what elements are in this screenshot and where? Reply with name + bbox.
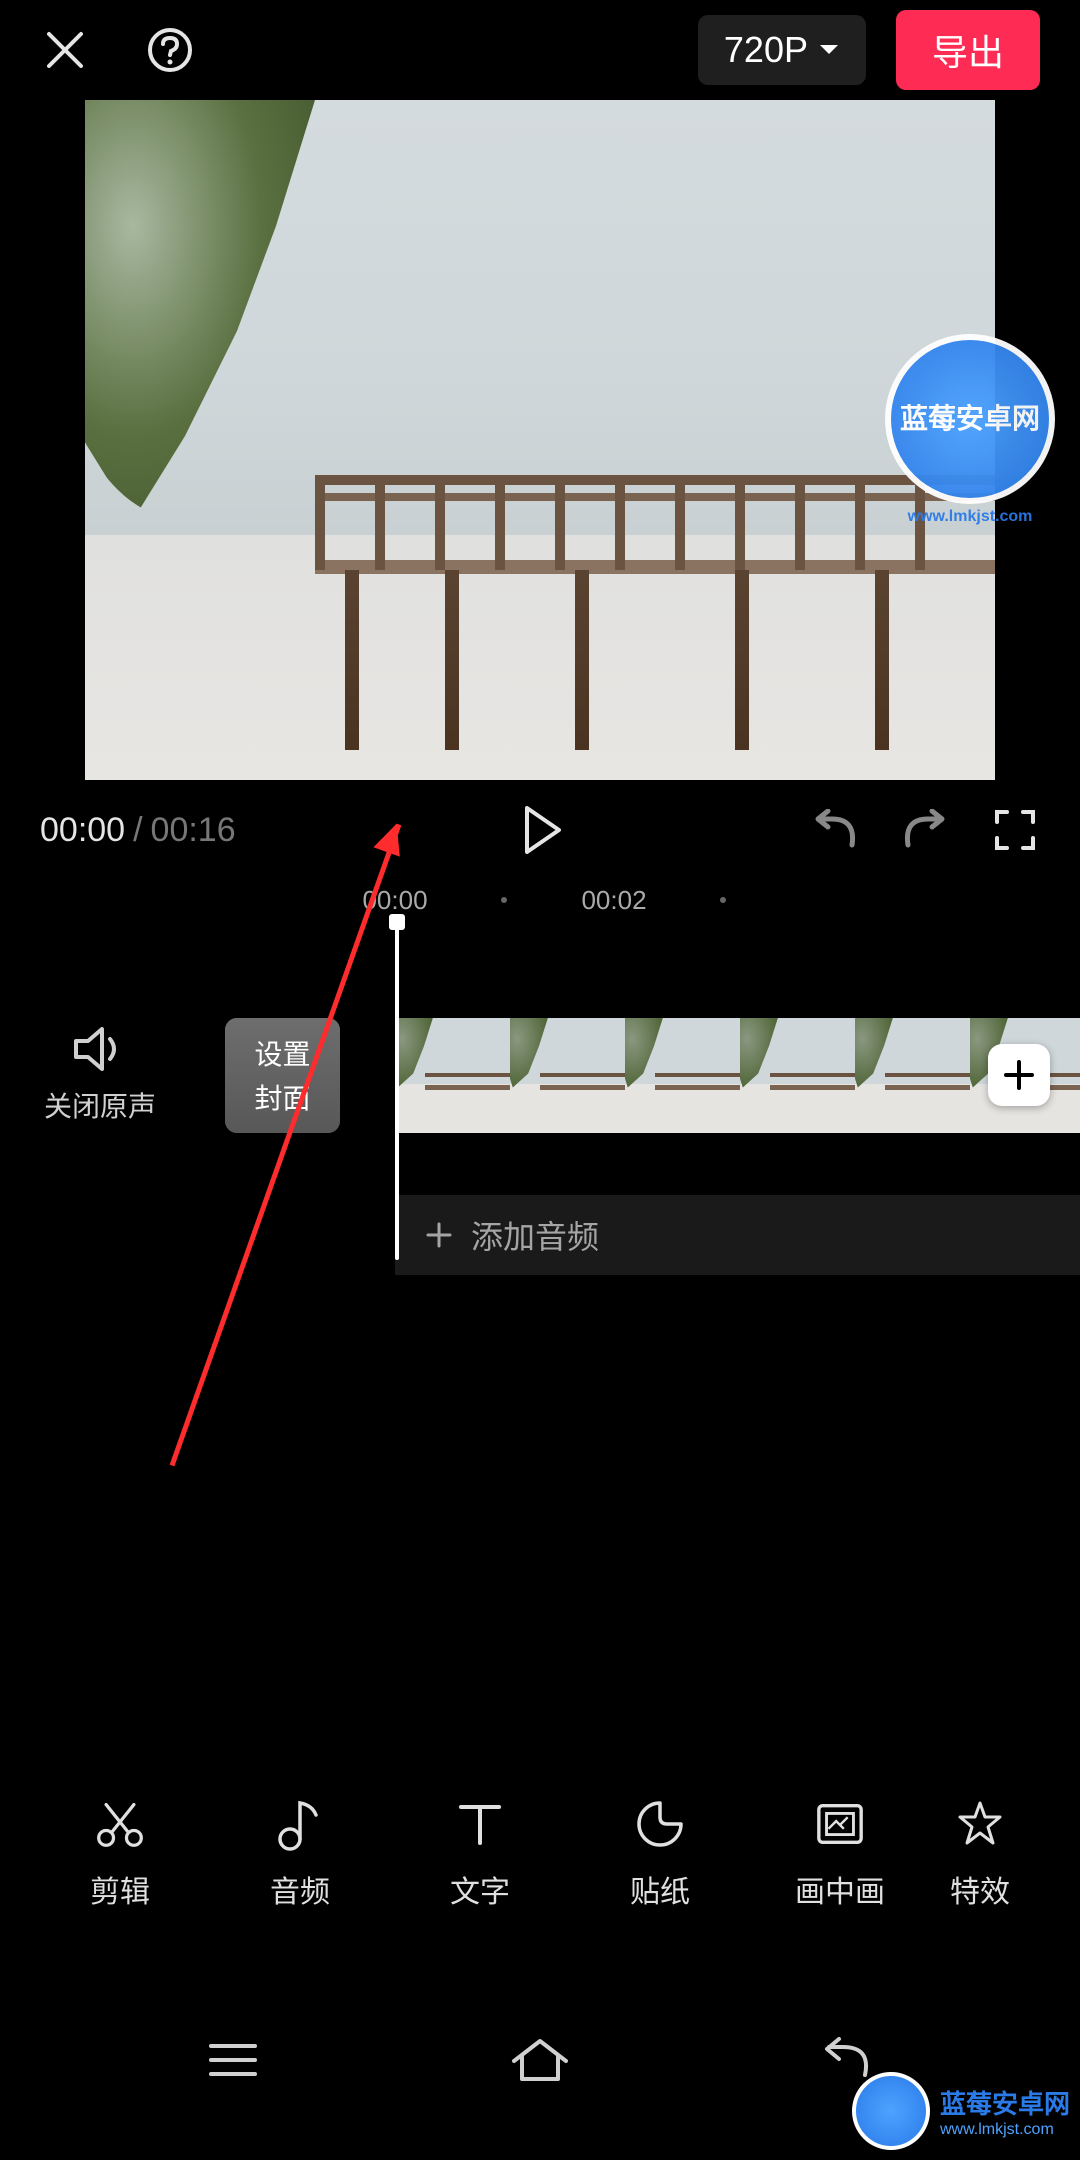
clip-frame [395,1018,510,1133]
watermark-title: 蓝莓安卓网 [940,2084,1070,2121]
watermark-text-group: 蓝莓安卓网 www.lmkjst.com [940,2084,1070,2139]
nav-recents[interactable] [193,2030,273,2090]
mute-label: 关闭原声 [44,1085,156,1125]
fullscreen-button[interactable] [990,805,1040,855]
export-button[interactable]: 导出 [896,10,1040,90]
watermark-footer: 蓝莓安卓网 www.lmkjst.com [852,2072,1070,2150]
time-separator: / [133,811,142,850]
tool-label: 特效 [950,1867,1010,1911]
music-note-icon [276,1797,324,1851]
mute-original-sound[interactable]: 关闭原声 [0,1025,200,1125]
playhead[interactable] [395,920,399,1260]
timeline-area[interactable]: 00:00 00:02 关闭原声 设置 封面 添加音频 [0,875,1080,1695]
scissors-icon [95,1797,145,1851]
tool-pip[interactable]: 画中画 [750,1799,930,1911]
tool-audio[interactable]: 音频 [210,1799,390,1911]
bottom-toolbar: 剪辑 音频 文字 贴纸 画中画 特效 [0,1770,1080,1940]
plus-icon [425,1221,453,1249]
header-left-group [40,25,195,75]
close-button[interactable] [40,25,90,75]
chevron-down-icon [818,43,840,57]
export-label: 导出 [932,32,1004,73]
redo-icon [900,809,950,851]
tool-sticker[interactable]: 贴纸 [570,1799,750,1911]
resolution-label: 720P [724,29,808,71]
cover-label-line1: 设置 [254,1033,310,1073]
tool-label: 贴纸 [630,1867,690,1911]
playback-right-group [810,805,1040,855]
clip-frame [855,1018,970,1133]
nav-home[interactable] [500,2030,580,2090]
playback-bar: 00:00 / 00:16 [0,785,1080,875]
ruler-dot [720,897,726,903]
undo-icon [810,809,860,851]
tool-effects[interactable]: 特效 [930,1799,1030,1911]
tool-text[interactable]: 文字 [390,1799,570,1911]
watermark-small-circle [852,2072,930,2150]
help-button[interactable] [145,25,195,75]
effects-icon [955,1799,1005,1849]
tool-edit[interactable]: 剪辑 [30,1799,210,1911]
add-audio-track[interactable]: 添加音频 [395,1195,1080,1275]
home-icon [508,2035,572,2085]
ruler-dot [501,897,507,903]
add-audio-label: 添加音频 [471,1212,599,1258]
close-icon [43,28,87,72]
watermark-circle: 蓝莓安卓网 [885,334,1055,504]
play-button[interactable] [513,800,573,860]
total-time: 00:16 [151,811,236,850]
play-icon [523,806,563,854]
tool-label: 剪辑 [90,1867,150,1911]
timeline-ruler: 00:00 00:02 [0,875,1080,925]
video-clip-strip[interactable] [395,1018,1080,1133]
text-icon [455,1799,505,1849]
speaker-icon [72,1025,128,1073]
sticker-icon [635,1799,685,1849]
resolution-selector[interactable]: 720P [698,15,866,85]
menu-icon [205,2040,261,2080]
watermark-badge: 蓝莓安卓网 www.lmkjst.com [860,320,1080,540]
redo-button[interactable] [900,805,950,855]
preview-tree [85,100,315,530]
video-track-row: 关闭原声 设置 封面 [0,975,1080,1175]
add-clip-button[interactable] [988,1044,1050,1106]
watermark-title: 蓝莓安卓网 [900,403,1040,435]
time-display: 00:00 / 00:16 [40,811,236,850]
watermark-url: www.lmkjst.com [908,508,1033,526]
help-icon [146,26,194,74]
tool-label: 画中画 [795,1867,885,1911]
ruler-mark: 00:02 [581,885,646,916]
video-preview[interactable] [85,100,995,780]
clip-frame [625,1018,740,1133]
editor-header: 720P 导出 [0,0,1080,100]
plus-icon [1002,1058,1036,1092]
clip-frame [740,1018,855,1133]
header-right-group: 720P 导出 [698,10,1040,90]
tool-label: 音频 [270,1867,330,1911]
current-time: 00:00 [40,811,125,850]
watermark-url: www.lmkjst.com [940,2121,1070,2139]
undo-button[interactable] [810,805,860,855]
clip-frame [510,1018,625,1133]
tool-label: 文字 [450,1867,510,1911]
fullscreen-icon [993,808,1037,852]
pip-icon [815,1799,865,1849]
